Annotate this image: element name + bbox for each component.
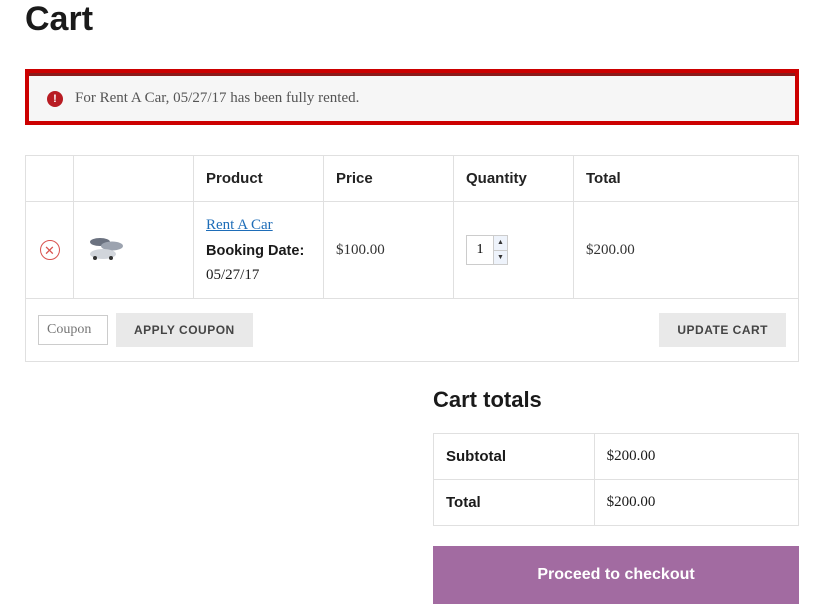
col-thumbnail [74, 156, 194, 202]
subtotal-label: Subtotal [434, 434, 595, 480]
col-product: Product [194, 156, 324, 202]
cart-table: Product Price Quantity Total ✕ [25, 155, 799, 362]
totals-table: Subtotal $200.00 Total $200.00 [433, 433, 799, 526]
coupon-input[interactable] [38, 315, 108, 345]
update-cart-button[interactable]: UPDATE CART [659, 313, 786, 347]
item-total: $200.00 [574, 202, 799, 299]
apply-coupon-button[interactable]: APPLY COUPON [116, 313, 253, 347]
total-label: Total [434, 480, 595, 526]
cart-totals: Cart totals Subtotal $200.00 Total $200.… [433, 387, 799, 604]
error-icon: ! [47, 91, 63, 107]
alert-highlight: ! For Rent A Car, 05/27/17 has been full… [25, 69, 799, 125]
car-icon [86, 234, 126, 262]
cart-row: ✕ Rent A Car Booking Date: 05/ [26, 202, 799, 299]
product-meta-value: 05/27/17 [206, 267, 311, 284]
quantity-stepper[interactable]: ▲ ▼ [466, 235, 508, 265]
subtotal-value: $200.00 [594, 434, 798, 480]
col-remove [26, 156, 74, 202]
page-title: Cart [25, 0, 799, 39]
item-price: $100.00 [324, 202, 454, 299]
alert-message: For Rent A Car, 05/27/17 has been fully … [75, 90, 359, 107]
cart-totals-title: Cart totals [433, 387, 799, 413]
total-value: $200.00 [594, 480, 798, 526]
qty-up-button[interactable]: ▲ [494, 236, 507, 251]
proceed-to-checkout-button[interactable]: Proceed to checkout [433, 546, 799, 604]
col-price: Price [324, 156, 454, 202]
qty-down-button[interactable]: ▼ [494, 251, 507, 265]
col-quantity: Quantity [454, 156, 574, 202]
alert-banner: ! For Rent A Car, 05/27/17 has been full… [29, 73, 795, 121]
remove-item-button[interactable]: ✕ [40, 240, 60, 260]
product-thumbnail[interactable] [86, 234, 126, 262]
product-meta-label: Booking Date: [206, 240, 311, 263]
product-link[interactable]: Rent A Car [206, 217, 273, 233]
quantity-input[interactable] [467, 236, 493, 264]
col-total: Total [574, 156, 799, 202]
cart-actions-row: APPLY COUPON UPDATE CART [26, 299, 799, 362]
